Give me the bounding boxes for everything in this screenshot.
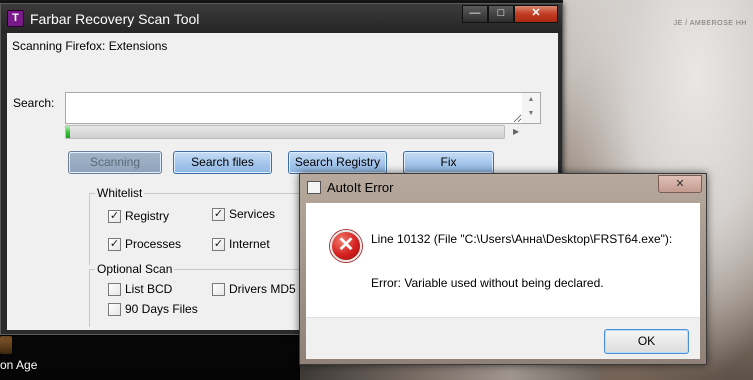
desktop-shortcut-label[interactable]: on Age xyxy=(0,358,37,372)
error-location-text: Line 10132 (File "C:\Users\Анна\Desktop\… xyxy=(371,232,673,246)
90-days-files-checkbox[interactable]: 90 Days Files xyxy=(108,302,198,316)
close-icon: ✕ xyxy=(675,178,685,190)
search-scrollbar[interactable]: ▲ ▼ xyxy=(522,93,540,123)
ok-button[interactable]: OK xyxy=(604,329,689,354)
checkbox-check-icon: ✓ xyxy=(212,237,225,251)
frst-app-icon[interactable]: T xyxy=(7,10,24,27)
error-dialog-body: ✕ Line 10132 (File "C:\Users\Анна\Deskto… xyxy=(306,203,700,317)
caption-buttons: — □ ✕ xyxy=(462,5,558,23)
processes-checkbox[interactable]: ✓ Processes xyxy=(108,237,181,251)
optional-scan-group-border-left xyxy=(89,269,90,327)
registry-checkbox[interactable]: ✓ Registry xyxy=(108,209,169,223)
processes-checkbox-label: Processes xyxy=(125,237,182,251)
frst-titlebar[interactable]: T Farbar Recovery Scan Tool — □ ✕ xyxy=(1,4,562,33)
scanning-button[interactable]: Scanning xyxy=(68,151,162,174)
error-message-text: Error: Variable used without being decla… xyxy=(371,276,604,290)
minimize-icon: — xyxy=(469,7,481,19)
minimize-button[interactable]: — xyxy=(462,5,488,23)
optional-scan-label: Optional Scan xyxy=(95,262,175,276)
error-dialog-close-button[interactable]: ✕ xyxy=(658,175,702,193)
whitelist-group-border-left xyxy=(89,193,90,265)
desktop-shortcut-icon[interactable] xyxy=(0,336,12,354)
scroll-up-icon[interactable]: ▲ xyxy=(522,93,540,107)
maximize-button[interactable]: □ xyxy=(488,5,514,23)
search-label: Search: xyxy=(13,96,55,110)
scroll-right-icon[interactable]: ▶ xyxy=(513,127,519,136)
scroll-down-icon[interactable]: ▼ xyxy=(522,107,540,121)
error-dialog-title: AutoIt Error xyxy=(327,180,394,195)
internet-checkbox-label: Internet xyxy=(229,237,270,251)
error-x-icon: ✕ xyxy=(330,230,362,262)
scan-progress-bar xyxy=(65,125,505,139)
window-title: Farbar Recovery Scan Tool xyxy=(30,11,200,27)
error-dialog-titlebar[interactable]: AutoIt Error ✕ xyxy=(300,174,706,201)
checkbox-check-icon: ✓ xyxy=(108,237,121,251)
search-box: ▲ ▼ xyxy=(65,92,541,124)
search-input[interactable] xyxy=(66,93,522,123)
window-icon xyxy=(307,181,321,194)
fix-button[interactable]: Fix xyxy=(403,151,494,174)
search-files-button[interactable]: Search files xyxy=(173,151,272,174)
scan-status-text: Scanning Firefox: Extensions xyxy=(12,39,168,53)
checkbox-empty-icon xyxy=(108,302,121,316)
checkbox-empty-icon xyxy=(212,282,225,296)
checkbox-check-icon: ✓ xyxy=(108,209,121,223)
desktop-watermark-text: JE / AMBEROSE HH xyxy=(673,20,747,27)
checkbox-empty-icon xyxy=(108,282,121,296)
search-registry-button[interactable]: Search Registry xyxy=(288,151,387,174)
close-icon: ✕ xyxy=(531,7,541,19)
close-button[interactable]: ✕ xyxy=(514,5,558,23)
list-bcd-checkbox[interactable]: List BCD xyxy=(108,282,172,296)
internet-checkbox[interactable]: ✓ Internet xyxy=(212,237,270,251)
drivers-md5-checkbox-label: Drivers MD5 xyxy=(229,282,296,296)
checkbox-check-icon: ✓ xyxy=(212,207,225,221)
maximize-icon: □ xyxy=(497,7,505,19)
autoit-error-dialog: AutoIt Error ✕ ✕ Line 10132 (File "C:\Us… xyxy=(299,173,707,365)
list-bcd-checkbox-label: List BCD xyxy=(125,282,173,296)
registry-checkbox-label: Registry xyxy=(125,209,170,223)
drivers-md5-checkbox[interactable]: Drivers MD5 xyxy=(212,282,296,296)
services-checkbox-label: Services xyxy=(229,207,276,221)
error-dialog-footer: OK xyxy=(306,317,700,359)
scan-progress-fill xyxy=(66,126,70,138)
services-checkbox[interactable]: ✓ Services xyxy=(212,207,275,221)
whitelist-label: Whitelist xyxy=(95,186,145,200)
90-days-files-checkbox-label: 90 Days Files xyxy=(125,302,198,316)
